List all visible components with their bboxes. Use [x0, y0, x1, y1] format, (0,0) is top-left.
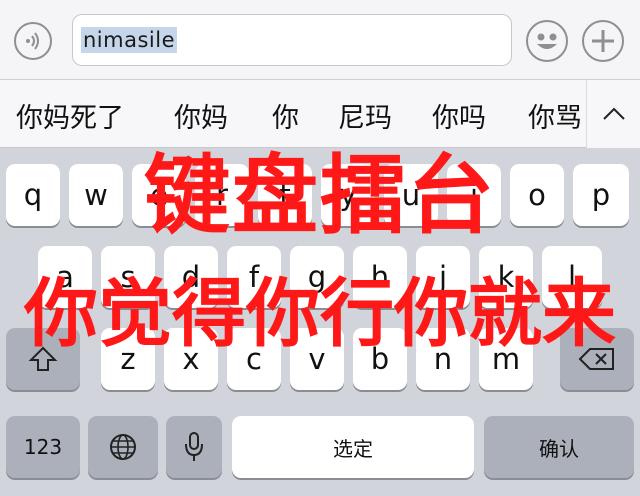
key-j[interactable]: j — [416, 246, 470, 308]
key-v[interactable]: v — [290, 328, 344, 390]
chevron-up-icon — [602, 107, 625, 120]
key-q[interactable]: q — [6, 164, 60, 226]
key-d[interactable]: d — [164, 246, 218, 308]
key-f[interactable]: f — [227, 246, 281, 308]
add-button[interactable] — [582, 20, 624, 62]
input-text-value: nimasile — [81, 27, 177, 53]
key-c[interactable]: c — [227, 328, 281, 390]
key-m[interactable]: m — [479, 328, 533, 390]
candidate-item[interactable]: 你妈 — [174, 96, 228, 135]
key-y[interactable]: y — [321, 164, 375, 226]
key-s[interactable]: s — [101, 246, 155, 308]
confirm-key[interactable]: 确认 — [484, 416, 634, 478]
input-bar: nimasile — [0, 0, 640, 80]
expand-candidates-button[interactable] — [586, 80, 640, 148]
key-b[interactable]: b — [353, 328, 407, 390]
candidate-item[interactable]: 尼玛 — [338, 96, 392, 135]
candidate-item[interactable]: 你吗 — [432, 96, 486, 135]
candidate-item[interactable]: 你 — [272, 96, 299, 135]
globe-icon — [110, 434, 136, 460]
space-key[interactable]: 选定 — [232, 416, 474, 478]
globe-key[interactable] — [88, 416, 158, 478]
key-w[interactable]: w — [69, 164, 123, 226]
key-a[interactable]: a — [38, 246, 92, 308]
candidate-bar: 你妈死了 你妈 你 尼玛 你吗 你骂 — [0, 80, 640, 148]
key-z[interactable]: z — [101, 328, 155, 390]
keyboard: q w e r t y u i o p a s d f g h j k l z … — [0, 148, 640, 496]
microphone-key[interactable] — [166, 416, 222, 478]
key-x[interactable]: x — [164, 328, 218, 390]
key-n[interactable]: n — [416, 328, 470, 390]
key-o[interactable]: o — [510, 164, 564, 226]
microphone-icon — [185, 432, 203, 461]
emoji-icon — [537, 33, 557, 49]
key-k[interactable]: k — [479, 246, 533, 308]
shift-icon — [28, 346, 58, 371]
key-i[interactable]: i — [447, 164, 501, 226]
shift-key[interactable] — [6, 328, 80, 390]
emoji-button[interactable] — [526, 20, 568, 62]
numbers-key[interactable]: 123 — [6, 416, 80, 478]
plus-icon — [592, 30, 614, 52]
key-t[interactable]: t — [258, 164, 312, 226]
candidate-item[interactable]: 你妈死了 — [16, 96, 124, 135]
key-h[interactable]: h — [353, 246, 407, 308]
key-e[interactable]: e — [132, 164, 186, 226]
key-l[interactable]: l — [542, 246, 602, 308]
key-p[interactable]: p — [573, 164, 629, 226]
key-r[interactable]: r — [195, 164, 249, 226]
voice-input-icon — [26, 32, 39, 50]
message-input[interactable]: nimasile — [72, 14, 512, 66]
delete-key[interactable] — [560, 328, 634, 390]
key-u[interactable]: u — [384, 164, 438, 226]
candidate-item[interactable]: 你骂 — [528, 96, 582, 135]
backspace-icon — [578, 348, 614, 370]
voice-input-button[interactable] — [14, 22, 52, 60]
key-g[interactable]: g — [290, 246, 344, 308]
